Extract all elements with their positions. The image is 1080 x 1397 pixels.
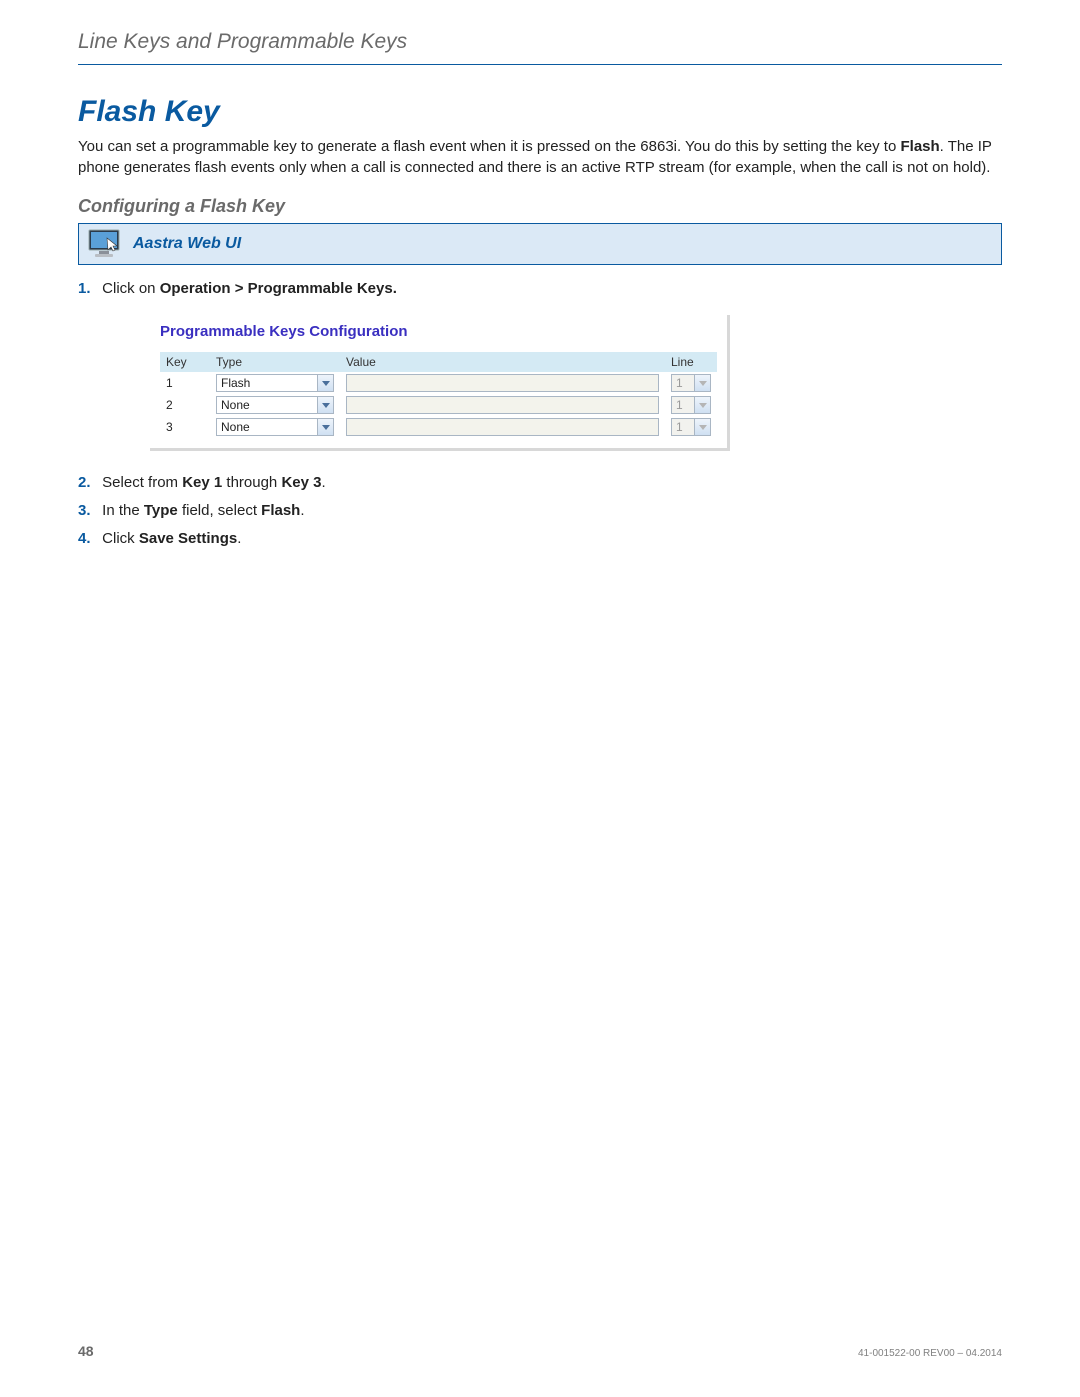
config-screenshot: Programmable Keys Configuration Key Type… [150, 315, 730, 451]
chevron-down-icon[interactable] [317, 375, 333, 391]
step-text: . [300, 502, 304, 519]
dropdown-value: None [217, 397, 317, 413]
type-dropdown[interactable]: None [216, 396, 334, 414]
step-text: In the [102, 502, 144, 519]
value-input[interactable] [346, 418, 659, 436]
step-item: 1. Click on Operation > Programmable Key… [78, 277, 1002, 301]
chevron-down-icon [694, 397, 710, 413]
line-dropdown: 1 [671, 396, 711, 414]
config-title: Programmable Keys Configuration [160, 323, 717, 340]
step-text: Click [102, 530, 139, 547]
type-dropdown[interactable]: None [216, 418, 334, 436]
step-bold: Flash [261, 502, 300, 519]
step-item: 3. In the Type field, select Flash. [78, 499, 1002, 523]
step-text: . [321, 474, 325, 491]
step-item: 2. Select from Key 1 through Key 3. [78, 471, 1002, 495]
intro-paragraph: You can set a programmable key to genera… [78, 137, 1002, 178]
page-number: 48 [78, 1343, 94, 1359]
dropdown-value: 1 [672, 419, 694, 435]
line-dropdown: 1 [671, 418, 711, 436]
page-header-breadcrumb: Line Keys and Programmable Keys [78, 30, 1002, 65]
chevron-down-icon[interactable] [317, 397, 333, 413]
dropdown-value: Flash [217, 375, 317, 391]
step-text: Select from [102, 474, 182, 491]
chevron-down-icon[interactable] [317, 419, 333, 435]
table-row: 2 None 1 [160, 394, 717, 416]
th-type: Type [210, 352, 340, 372]
step-item: 4. Click Save Settings. [78, 527, 1002, 551]
value-input[interactable] [346, 396, 659, 414]
step-text: through [222, 474, 281, 491]
th-value: Value [340, 352, 665, 372]
dropdown-value: 1 [672, 397, 694, 413]
step-list: 2. Select from Key 1 through Key 3. 3. I… [78, 471, 1002, 551]
th-key: Key [160, 352, 210, 372]
step-number: 2. [78, 471, 98, 495]
monitor-icon [87, 228, 123, 260]
cell-key: 3 [160, 416, 210, 438]
step-number: 4. [78, 527, 98, 551]
cell-key: 1 [160, 372, 210, 394]
step-bold: Type [144, 502, 178, 519]
value-input[interactable] [346, 374, 659, 392]
page-footer: 48 41-001522-00 REV00 – 04.2014 [78, 1343, 1002, 1359]
step-bold: Key 3 [281, 474, 321, 491]
step-bold: Key 1 [182, 474, 222, 491]
step-text: field, select [178, 502, 261, 519]
cell-key: 2 [160, 394, 210, 416]
step-text: Click on [102, 280, 160, 297]
step-number: 1. [78, 277, 98, 301]
table-header-row: Key Type Value Line [160, 352, 717, 372]
chevron-down-icon [694, 375, 710, 391]
intro-text-pre: You can set a programmable key to genera… [78, 138, 900, 155]
subsection-title: Configuring a Flash Key [78, 196, 1002, 217]
step-text: . [237, 530, 241, 547]
web-ui-label: Aastra Web UI [133, 235, 241, 253]
chevron-down-icon [694, 419, 710, 435]
dropdown-value: 1 [672, 375, 694, 391]
step-bold: Operation > Programmable Keys. [160, 280, 397, 297]
document-id: 41-001522-00 REV00 – 04.2014 [858, 1348, 1002, 1359]
step-number: 3. [78, 499, 98, 523]
table-row: 1 Flash 1 [160, 372, 717, 394]
web-ui-banner: Aastra Web UI [78, 223, 1002, 265]
section-title: Flash Key [78, 95, 1002, 129]
intro-text-bold: Flash [900, 138, 939, 155]
line-dropdown: 1 [671, 374, 711, 392]
type-dropdown[interactable]: Flash [216, 374, 334, 392]
step-bold: Save Settings [139, 530, 237, 547]
dropdown-value: None [217, 419, 317, 435]
step-list: 1. Click on Operation > Programmable Key… [78, 277, 1002, 301]
th-line: Line [665, 352, 717, 372]
table-row: 3 None 1 [160, 416, 717, 438]
config-table: Key Type Value Line 1 Flash [160, 352, 717, 438]
